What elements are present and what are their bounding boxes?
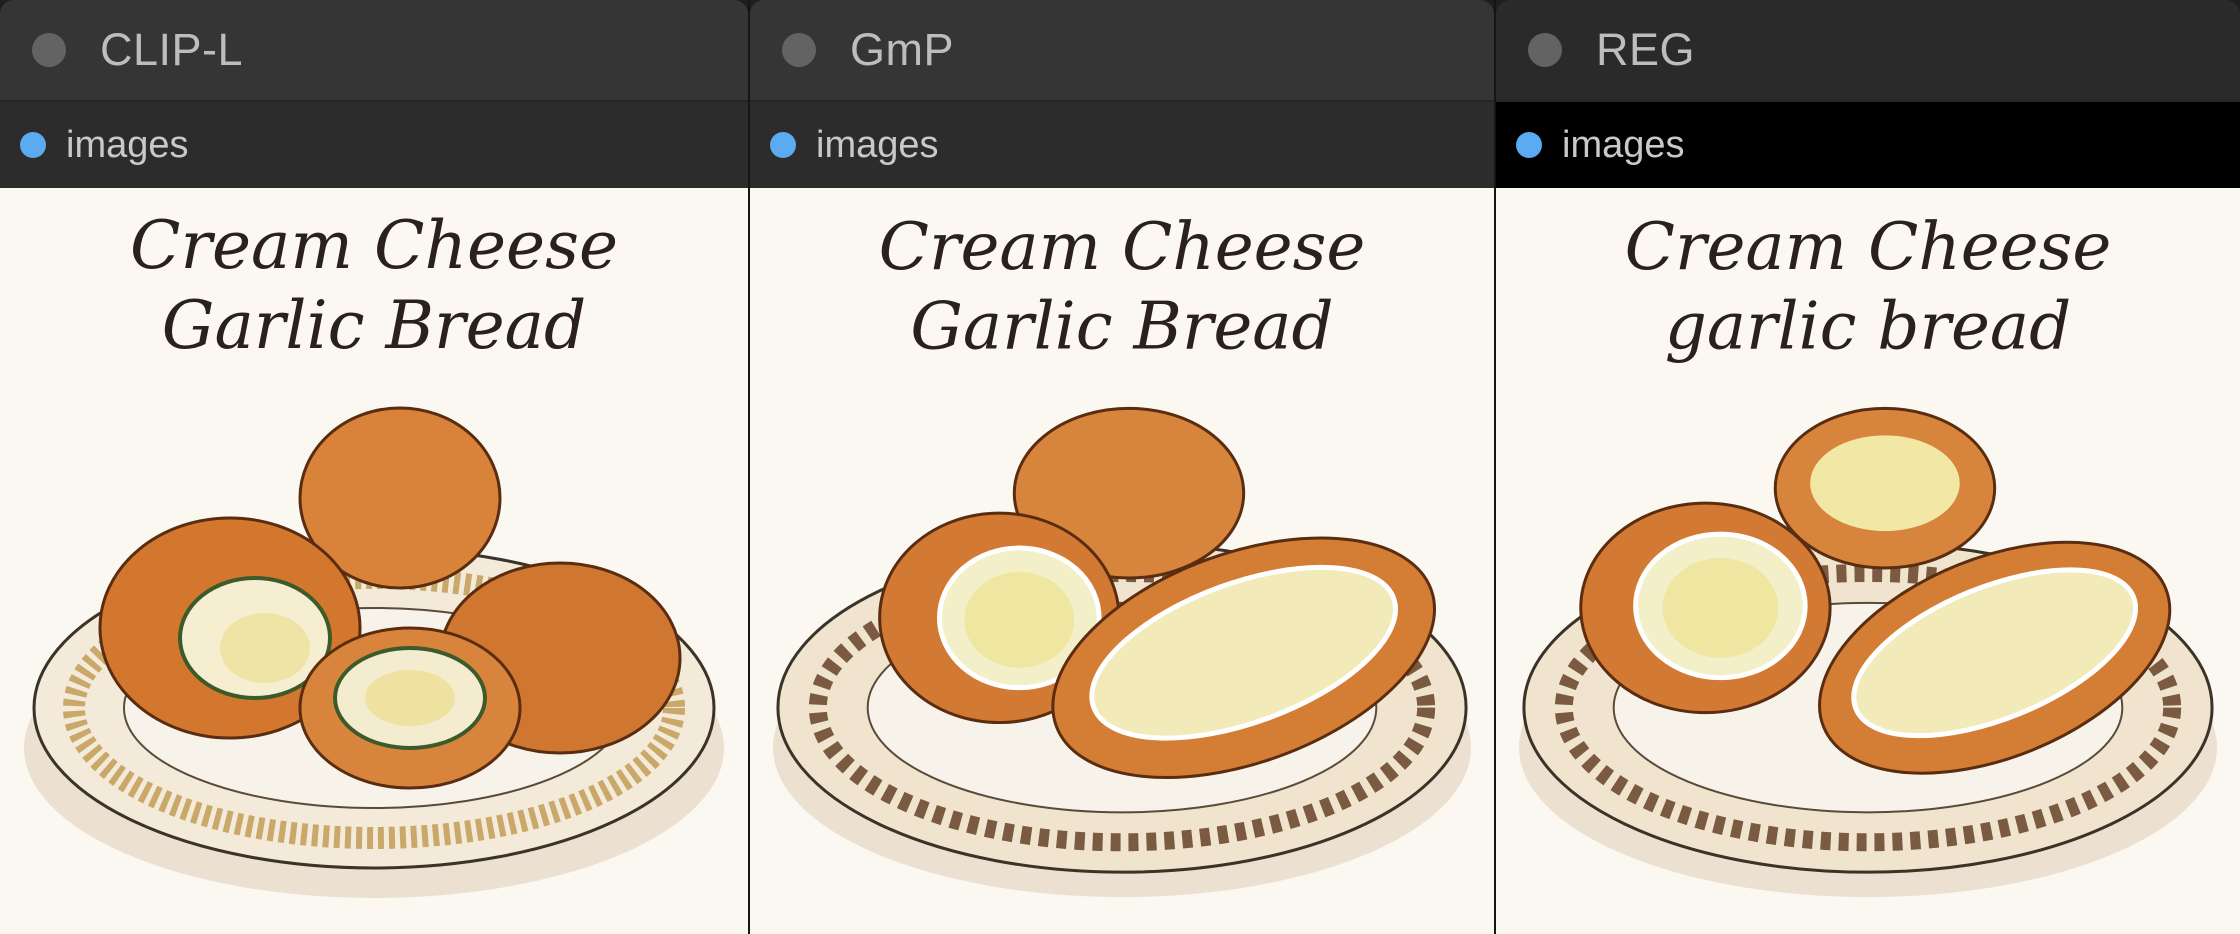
- generated-image: Cream Cheese Garlic Bread: [0, 188, 748, 934]
- node-output-label: images: [816, 123, 939, 166]
- image-caption-line1: Cream Cheese: [1625, 208, 2112, 285]
- panel-reg: REG images Cream Cheese garlic bread: [1494, 0, 2240, 934]
- node-output-bar[interactable]: images: [750, 102, 1494, 188]
- panel-titlebar[interactable]: REG: [1496, 0, 2240, 102]
- panel-title: REG: [1596, 24, 1696, 75]
- generated-image: Cream Cheese Garlic Bread: [750, 188, 1494, 934]
- image-caption-line1: Cream Cheese: [130, 207, 618, 284]
- node-output-bar[interactable]: images: [0, 102, 748, 188]
- panel-clip-l: CLIP-L images Cream Cheese Garlic Bread: [0, 0, 748, 934]
- node-dot-icon[interactable]: [20, 132, 46, 158]
- status-dot-icon: [32, 33, 66, 67]
- node-dot-icon[interactable]: [1516, 132, 1542, 158]
- status-dot-icon: [782, 33, 816, 67]
- panel-titlebar[interactable]: CLIP-L: [0, 0, 748, 102]
- image-caption-line1: Cream Cheese: [879, 208, 1366, 285]
- generated-image: Cream Cheese garlic bread: [1496, 188, 2240, 934]
- node-output-label: images: [1562, 123, 1685, 166]
- panel-title: GmP: [850, 24, 955, 75]
- garlic-bread-illustration: Cream Cheese garlic bread: [1518, 208, 2218, 898]
- panel-title: CLIP-L: [100, 24, 244, 75]
- image-caption-line2: Garlic Bread: [162, 287, 587, 364]
- status-dot-icon: [1528, 33, 1562, 67]
- panel-gmp: GmP images Cream Cheese Garlic Bread: [748, 0, 1494, 934]
- panel-titlebar[interactable]: GmP: [750, 0, 1494, 102]
- node-output-bar[interactable]: images: [1496, 102, 2240, 188]
- image-caption-line2: Garlic Bread: [910, 288, 1333, 365]
- image-caption-line2: garlic bread: [1665, 288, 2072, 365]
- node-output-label: images: [66, 123, 189, 166]
- node-dot-icon[interactable]: [770, 132, 796, 158]
- garlic-bread-illustration: Cream Cheese Garlic Bread: [24, 207, 724, 898]
- garlic-bread-illustration: Cream Cheese Garlic Bread: [772, 208, 1472, 898]
- comparison-row: CLIP-L images Cream Cheese Garlic Bread: [0, 0, 2240, 934]
